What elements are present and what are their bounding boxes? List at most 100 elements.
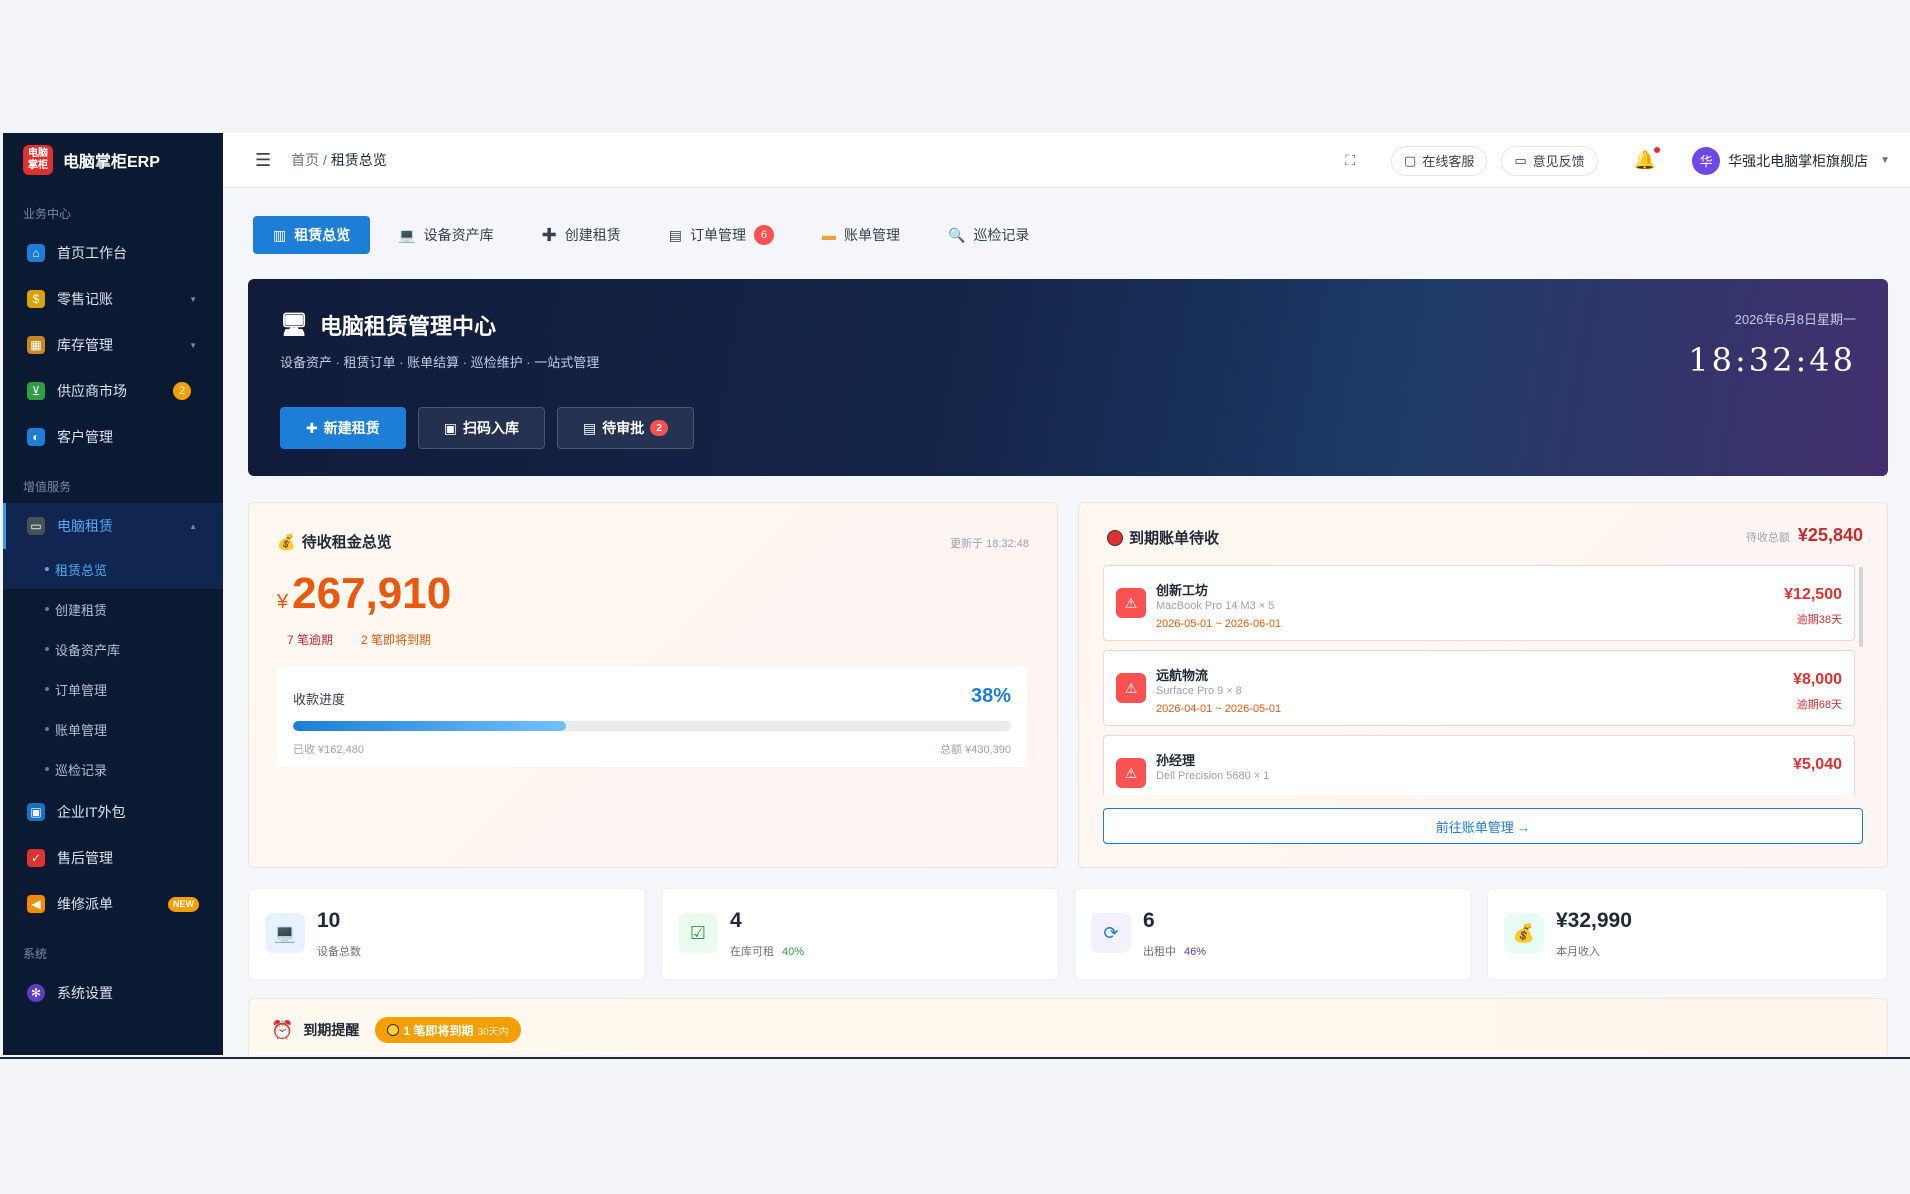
sidebar-subitem-overview[interactable]: 租赁总览: [3, 549, 223, 589]
sidebar-item-home[interactable]: ⌂ 首页工作台: [3, 230, 223, 276]
stat-card-income[interactable]: 💰 ¥32,990 本月收入: [1487, 888, 1888, 980]
list-item[interactable]: ⚠ 远航物流 Surface Pro 9 × 8 2026-04-01 ~ 20…: [1103, 650, 1855, 726]
main-content: ▥ 租赁总览 💻 设备资产库 ✚ 创建租赁 ▤ 订单管理 6 ▬ 账单管理 🔍: [223, 188, 1910, 1055]
tab-label: 账单管理: [844, 227, 900, 243]
bill-amount: ¥8,000: [1793, 671, 1842, 688]
hero-clock: 18:32:48: [1688, 341, 1856, 379]
warning-icon: ⚠: [1116, 588, 1146, 618]
store-name: 华强北电脑掌柜旗舰店: [1728, 152, 1869, 169]
sidebar-item-inventory[interactable]: ▦ 库存管理 ▼: [3, 322, 223, 368]
scan-inbound-button[interactable]: ▣ 扫码入库: [417, 407, 545, 449]
reminder-title: 到期提醒: [303, 1022, 360, 1038]
sidebar-item-label: 系统设置: [57, 985, 113, 1001]
gear-icon: ✻: [27, 984, 45, 1002]
money-bag-icon: 💰: [277, 533, 296, 551]
sidebar-subitem-create[interactable]: 创建租赁: [3, 589, 223, 629]
tab-label: 巡检记录: [973, 227, 1030, 243]
sidebar-item-customers[interactable]: ◐ 客户管理: [3, 414, 223, 460]
sidebar-item-label: 客户管理: [57, 429, 113, 445]
breadcrumb-home[interactable]: 首页: [291, 152, 319, 168]
reminder-badge-sub: 30天内: [477, 1026, 509, 1038]
bell-icon[interactable]: 🔔: [1634, 147, 1661, 171]
sidebar-subitem-assets[interactable]: 设备资产库: [3, 629, 223, 669]
sidebar-item-after-sales[interactable]: ✓ 售后管理: [3, 835, 223, 881]
reminder-badge[interactable]: 1 笔即将到期 30天内: [375, 1017, 521, 1043]
expiring-tag[interactable]: 2 笔即将到期: [361, 631, 431, 648]
tab-overview[interactable]: ▥ 租赁总览: [253, 216, 371, 254]
stat-percent: 46%: [1184, 946, 1207, 958]
sidebar-item-rental[interactable]: ▭ 电脑租赁 ▲: [3, 503, 223, 549]
check-icon: ☑: [678, 913, 718, 953]
tab-label: 订单管理: [690, 227, 746, 243]
sidebar-item-retail[interactable]: $ 零售记账 ▼: [3, 276, 223, 322]
laptop-icon: 💻: [398, 226, 416, 243]
sidebar-item-settings[interactable]: ✻ 系统设置: [3, 970, 223, 1016]
progress-track: [293, 721, 1011, 731]
breadcrumb-separator: /: [319, 152, 331, 168]
sidebar-item-repair-dispatch[interactable]: ◀ 维修派单 NEW: [3, 881, 223, 927]
tab-assets[interactable]: 💻 设备资产库: [378, 216, 513, 254]
rent-card-title: 待收租金总览: [301, 534, 392, 551]
list-item[interactable]: ⚠ 孙经理 Dell Precision 5680 × 1 ¥5,040: [1103, 735, 1855, 795]
box-icon: ▦: [27, 336, 45, 354]
laptop-icon: 💻: [265, 913, 305, 953]
list-item[interactable]: ⚠ 创新工坊 MacBook Pro 14 M3 × 5 2026-05-01 …: [1103, 565, 1855, 641]
user-menu[interactable]: 华 华强北电脑掌柜旗舰店 ▼: [1692, 146, 1890, 175]
bills-total-value: ¥25,840: [1797, 525, 1863, 545]
pending-approval-button[interactable]: ▤ 待审批 2: [556, 407, 695, 449]
tab-create[interactable]: ✚ 创建租赁: [522, 216, 641, 254]
sidebar-item-label: 首页工作台: [57, 245, 127, 261]
stat-card-devices[interactable]: 💻 10 设备总数: [248, 888, 646, 980]
avatar: 华: [1692, 146, 1721, 175]
bill-period: 2026-04-01 ~ 2026-05-01: [1156, 703, 1282, 715]
fullscreen-icon[interactable]: ⛶: [1345, 152, 1355, 169]
stat-label: 在库可租 40%: [730, 943, 804, 959]
stat-value: ¥32,990: [1556, 909, 1632, 932]
sidebar-subitem-bills[interactable]: 账单管理: [3, 709, 223, 749]
overdue-tag[interactable]: 7 笔逾期: [287, 631, 333, 648]
sidebar-subitem-inspections[interactable]: 巡检记录: [3, 749, 223, 789]
currency-symbol: ¥: [277, 591, 289, 613]
rent-overview-card: 💰 待收租金总览 更新于 18:32:48 ¥ 267,910 7 笔逾期 2 …: [248, 502, 1058, 868]
bill-list[interactable]: ⚠ 创新工坊 MacBook Pro 14 M3 × 5 2026-05-01 …: [1103, 565, 1855, 795]
scanner-icon: ▣: [443, 419, 457, 436]
go-bills-button[interactable]: 前往账单管理 →: [1103, 808, 1863, 844]
chevron-down-icon: ▼: [189, 340, 197, 350]
plus-icon: ✚: [541, 224, 557, 245]
reminder-header: ⏰ 到期提醒 1 笔即将到期 30天内: [271, 1017, 521, 1043]
feedback-label: 意见反馈: [1532, 154, 1585, 169]
stat-value: 10: [317, 909, 341, 932]
feedback-button[interactable]: ▭ 意见反馈: [1501, 145, 1598, 176]
yellow-circle-icon: [387, 1024, 400, 1036]
tab-bills[interactable]: ▬ 账单管理: [802, 216, 920, 254]
brand[interactable]: 电脑掌柜 电脑掌柜ERP: [3, 133, 223, 187]
reminder-badge-text: 1 笔即将到期: [403, 1023, 474, 1038]
breadcrumb: 首页 / 租赁总览: [291, 150, 387, 170]
megaphone-icon: ◀: [27, 895, 45, 913]
card-icon: ▬: [822, 227, 836, 243]
pending-approval-label: 待审批: [602, 420, 645, 436]
tab-orders[interactable]: ▤ 订单管理 6: [649, 216, 794, 254]
new-rental-button[interactable]: ✚ 新建租赁: [280, 407, 406, 449]
sidebar-subitem-orders[interactable]: 订单管理: [3, 669, 223, 709]
bill-overdue: 逾期68天: [1796, 699, 1842, 711]
orders-count-badge: 6: [754, 225, 774, 245]
money-bag-icon: $: [27, 290, 45, 308]
warning-icon: ⚠: [1116, 673, 1146, 703]
card-title: 到期账单待收: [1107, 527, 1219, 548]
updated-time: 更新于 18:32:48: [950, 538, 1029, 550]
online-service-button[interactable]: ▢ 在线客服: [1391, 145, 1488, 176]
scrollbar[interactable]: [1859, 567, 1863, 647]
total-amount: 总额 ¥430,390: [940, 744, 1011, 756]
message-icon: ▭: [1514, 152, 1527, 168]
sidebar-item-label: 维修派单: [57, 896, 113, 912]
stat-card-rented[interactable]: ⟳ 6 出租中 46%: [1074, 888, 1472, 980]
scan-inbound-label: 扫码入库: [462, 420, 519, 436]
stat-card-available[interactable]: ☑ 4 在库可租 40%: [661, 888, 1059, 980]
tab-inspections[interactable]: 🔍 巡检记录: [928, 216, 1049, 254]
card-title: 💰 待收租金总览: [277, 531, 392, 552]
menu-toggle-icon[interactable]: ☰: [255, 150, 271, 171]
sidebar-item-supplier[interactable]: ⊻ 供应商市场 2: [3, 368, 223, 414]
window-bottom-border: [0, 1057, 1910, 1059]
sidebar-item-it-outsourcing[interactable]: ▣ 企业IT外包: [3, 789, 223, 835]
